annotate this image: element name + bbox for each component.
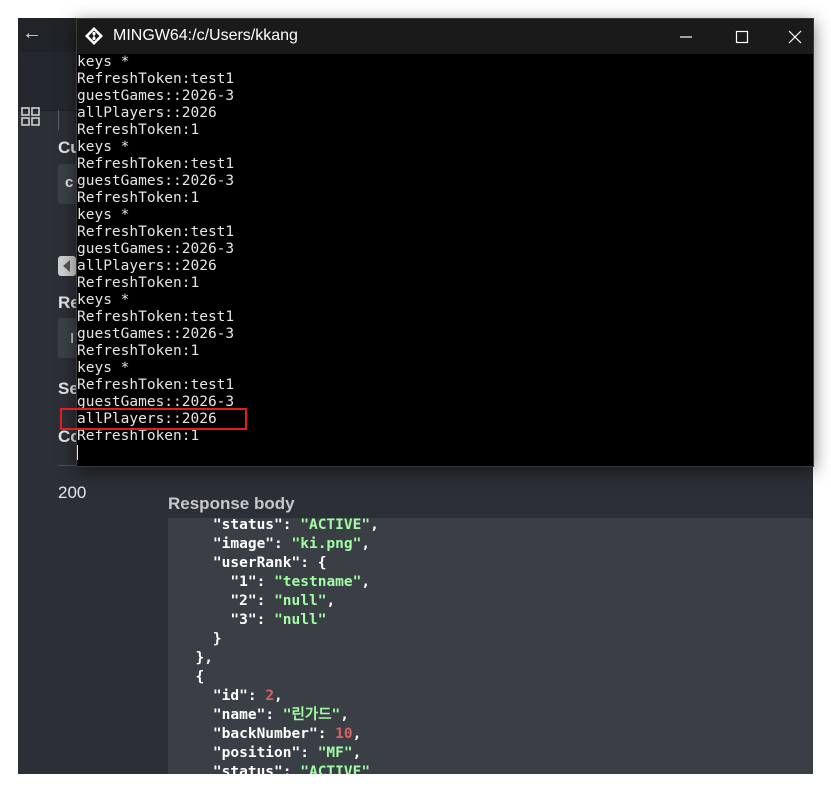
terminal-line: keys * [77,360,130,376]
terminal-line: allPlayers::2026 [77,258,217,274]
response-body-label: Response body [168,494,295,513]
json-key: "backNumber" [212,726,318,742]
terminal-line: RefreshToken:test1 [77,156,235,172]
json-line: "2": "null", [230,593,336,609]
json-line: "backNumber": 10, [212,726,362,742]
json-value: } [212,631,222,647]
json-value: "testname" [274,574,362,590]
json-key: "userRank" [212,555,301,571]
json-value: "null" [274,612,327,628]
arrow-left-icon[interactable]: ← [22,22,44,44]
json-line: "name": "린가드", [212,707,349,723]
json-lines: "status": "ACTIVE", "image": "ki.png", "… [178,518,379,774]
json-key: "id" [212,688,248,704]
triangle-left-icon [63,260,70,272]
terminal-line: RefreshToken:1 [77,122,200,138]
terminal-line: guestGames::2026-3 [77,241,235,257]
close-icon [788,30,802,44]
terminal-line: keys * [77,207,130,223]
json-key: "position" [212,745,301,761]
terminal-cursor [77,445,78,460]
json-value: "린가드" [282,707,341,723]
terminal-line: guestGames::2026-3 [77,326,235,342]
json-value: 10 [335,726,353,742]
json-value: "MF" [317,745,353,761]
json-line: "image": "ki.png", [212,536,371,552]
json-key: "status" [212,518,283,533]
json-line: { [178,668,379,687]
minimize-icon [680,36,692,38]
json-line: "id": 2, [212,688,283,704]
json-key: "status" [212,764,283,774]
highlight-annotation [60,408,247,430]
json-key: "1" [230,574,257,590]
json-value: "null" [274,593,327,609]
terminal-line: RefreshToken:test1 [77,224,235,240]
terminal-title: MINGW64:/c/Users/kkang [113,27,298,44]
json-value: "ACTIVE" [300,518,371,533]
terminal-line: keys * [77,292,130,308]
close-button[interactable] [777,19,813,54]
json-key: "image" [212,536,275,552]
toolbar-divider [58,110,59,130]
json-line: "status": "ACTIVE", [212,518,379,533]
terminal-line: guestGames::2026-3 [77,173,235,189]
response-status-code: 200 [58,483,87,502]
terminal-line: RefreshToken:1 [77,275,200,291]
json-value: "ACTIVE" [300,764,371,774]
json-line: "1": "testname", [230,574,371,590]
json-value: }, [195,650,213,666]
terminal-line: RefreshToken:test1 [77,377,235,393]
json-value: { [317,555,327,571]
json-value: 2 [265,688,275,704]
mingw64-terminal-window[interactable]: MINGW64:/c/Users/kkang keys * RefreshToke… [76,18,814,467]
scroll-left-button[interactable] [58,256,76,276]
git-bash-icon [85,27,103,45]
input-box-2-text: I [70,330,75,347]
terminal-titlebar[interactable]: MINGW64:/c/Users/kkang [77,19,813,54]
terminal-line: allPlayers::2026 [77,105,217,121]
json-line: "userRank": { [212,555,327,571]
terminal-line: RefreshToken:test1 [77,71,235,87]
input-box-1-text: c [65,174,74,191]
maximize-button[interactable] [717,19,767,54]
json-line: }, [178,649,379,668]
terminal-line: RefreshToken:1 [77,190,200,206]
terminal-line: keys * [77,54,130,70]
json-key: "3" [230,612,257,628]
terminal-line: guestGames::2026-3 [77,88,235,104]
minimize-button[interactable] [661,19,711,54]
terminal-output[interactable]: keys * RefreshToken:test1 guestGames::2026… [77,54,813,466]
terminal-line: keys * [77,139,130,155]
maximize-icon [735,30,749,43]
json-line: "status": "ACTIVE" [178,763,379,774]
terminal-line: RefreshToken:1 [77,343,200,359]
response-body-code: "status": "ACTIVE", "image": "ki.png", "… [168,518,813,774]
json-key: "name" [212,707,266,723]
json-value: { [195,669,205,685]
json-line: "3": "null" [230,612,327,628]
grid-icon[interactable] [20,106,42,128]
json-line: "position": "MF", [212,745,362,761]
terminal-lines: keys * RefreshToken:test1 guestGames::2026… [77,54,234,445]
terminal-line: RefreshToken:test1 [77,309,235,325]
terminal-line: RefreshToken:1 [77,428,200,444]
json-value: "ki.png" [291,536,362,552]
json-key: "2" [230,593,257,609]
json-line: } [178,630,379,649]
